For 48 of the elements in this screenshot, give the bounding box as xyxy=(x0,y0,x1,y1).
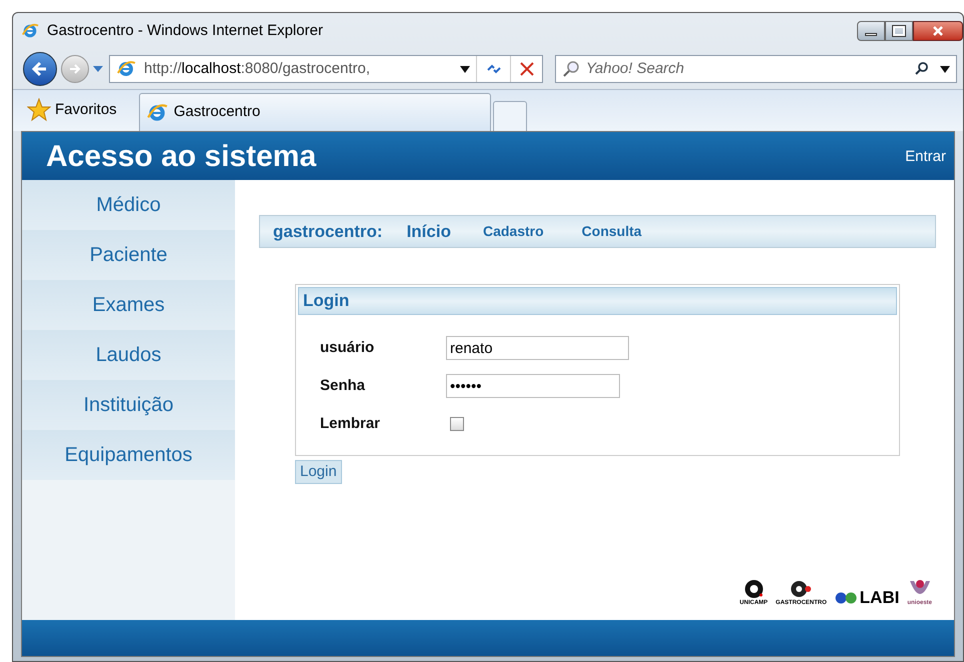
search-icon xyxy=(562,60,580,78)
search-field[interactable]: Yahoo! Search xyxy=(555,55,957,83)
nav-link[interactable]: Cadastro xyxy=(482,221,544,242)
star-icon xyxy=(27,98,51,122)
forward-arrow-icon xyxy=(68,62,82,76)
username-field[interactable]: renato xyxy=(446,336,629,360)
enter-link[interactable]: Entrar xyxy=(905,146,946,168)
field-label: Lembrar xyxy=(319,414,382,434)
browser-icon xyxy=(21,22,39,40)
sidebar-item[interactable]: Laudos xyxy=(22,330,235,380)
site-name: gastrocentro: xyxy=(273,220,383,243)
window-title: Gastrocentro - Windows Internet Explorer xyxy=(47,20,323,41)
back-arrow-icon xyxy=(31,60,49,78)
browser-tab[interactable]: Gastrocentro xyxy=(138,93,491,131)
close-button[interactable] xyxy=(913,21,963,41)
refresh-icon[interactable] xyxy=(486,62,502,76)
stop-icon[interactable] xyxy=(520,62,534,76)
logo-icon xyxy=(789,579,814,599)
sidebar-item[interactable]: Médico xyxy=(22,180,235,230)
search-placeholder: Yahoo! Search xyxy=(586,58,684,79)
forward-button[interactable] xyxy=(61,55,89,83)
field-label: usuário xyxy=(319,338,376,358)
logo-text: LABI xyxy=(860,589,900,606)
nav-link[interactable]: Consulta xyxy=(582,221,642,242)
address-bar[interactable]: http://localhost:8080/gastrocentro, xyxy=(109,55,543,83)
remember-checkbox[interactable] xyxy=(450,417,464,431)
login-button[interactable]: Login xyxy=(295,460,342,484)
page-title: Acesso ao sistema xyxy=(46,138,316,174)
browser-icon xyxy=(116,59,136,79)
search-icon[interactable] xyxy=(914,61,930,77)
field-label: Senha xyxy=(319,376,366,396)
url-text: http://localhost:8080/gastrocentro, xyxy=(144,58,370,79)
panel-title: Login xyxy=(303,290,350,312)
close-icon xyxy=(932,25,944,37)
favorites-button[interactable]: Favoritos xyxy=(19,92,125,128)
logo-icon xyxy=(834,590,859,606)
nav-link[interactable]: Início xyxy=(406,218,451,244)
minimize-button[interactable] xyxy=(857,21,885,41)
sidebar-item[interactable]: Paciente xyxy=(22,230,235,280)
dropdown-icon[interactable] xyxy=(460,66,470,72)
dropdown-icon[interactable] xyxy=(940,66,950,72)
password-field[interactable]: •••••• xyxy=(446,374,620,398)
back-button[interactable] xyxy=(23,52,57,86)
browser-icon xyxy=(146,102,168,124)
sidebar-item[interactable]: Equipamentos xyxy=(22,430,235,480)
sidebar-item[interactable]: Instituição xyxy=(22,380,235,430)
sidebar-item[interactable]: Exames xyxy=(22,280,235,330)
maximize-button[interactable] xyxy=(885,21,913,41)
